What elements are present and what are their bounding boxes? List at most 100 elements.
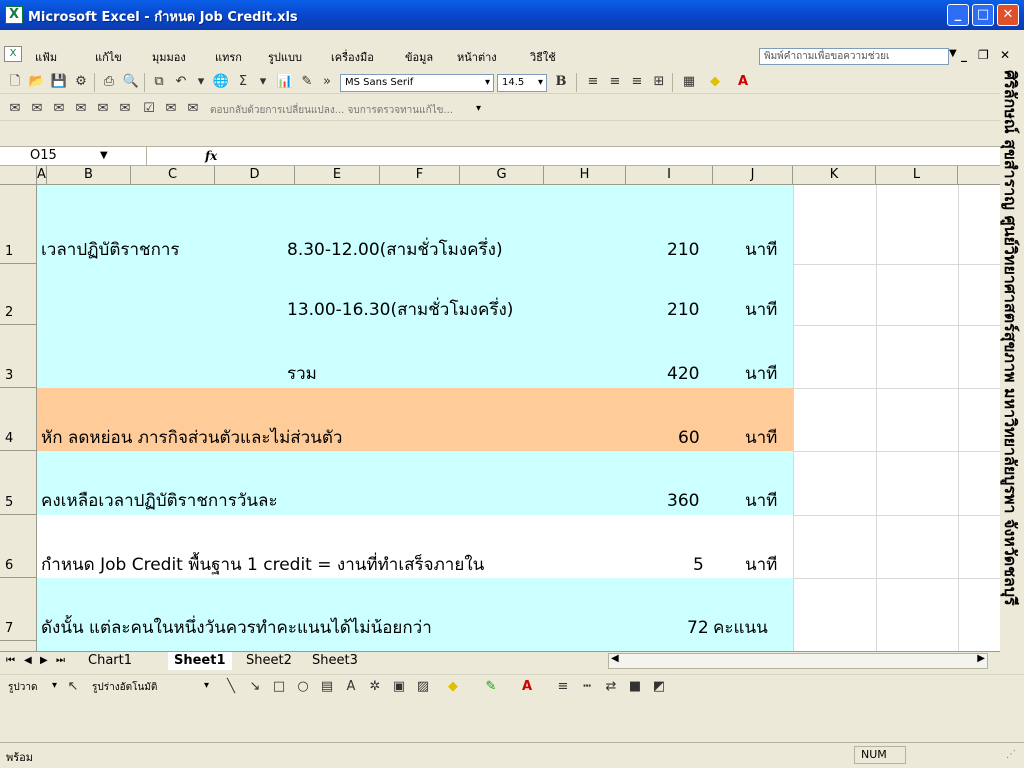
menu-format[interactable]: รูปแบบ <box>268 48 302 66</box>
review-icon[interactable]: ✉ <box>72 101 90 117</box>
open-icon[interactable]: 📂 <box>28 74 46 90</box>
cell-i2[interactable]: 210 <box>667 300 699 320</box>
borders-icon[interactable]: ▦ <box>680 74 698 90</box>
tab-sheet2[interactable]: Sheet2 <box>246 652 292 670</box>
picture-icon[interactable]: ▨ <box>414 679 432 695</box>
shadow-icon[interactable]: ■ <box>626 679 644 695</box>
row-4-header[interactable]: 4 <box>0 388 37 451</box>
prev-sheet-icon[interactable]: ◀ <box>24 652 32 670</box>
drawing-icon[interactable]: ✎ <box>298 74 316 90</box>
cell-j3[interactable]: นาที <box>745 364 777 384</box>
cell-i4[interactable]: 60 <box>678 428 700 448</box>
merge-center-icon[interactable]: ⊞ <box>650 74 668 90</box>
cell-i3[interactable]: 420 <box>667 364 699 384</box>
font-size-select[interactable]: 14.5 ▾ <box>497 74 547 92</box>
row-3-header[interactable]: 3 <box>0 325 37 388</box>
cell-i1[interactable]: 210 <box>667 240 699 260</box>
row-1-header[interactable]: 1 <box>0 185 37 264</box>
row-5-header[interactable]: 5 <box>0 451 37 515</box>
checkbox-icon[interactable]: ☑ <box>140 101 158 117</box>
cell-a6[interactable]: กำหนด Job Credit พื้นฐาน 1 credit = งานท… <box>41 555 484 575</box>
column-i-header[interactable]: I <box>626 166 713 185</box>
tab-sheet3[interactable]: Sheet3 <box>312 652 358 670</box>
doc-restore-button[interactable]: ❐ <box>978 48 989 62</box>
column-b-header[interactable]: B <box>47 166 131 185</box>
name-box[interactable]: O15 ▼ <box>0 147 147 166</box>
workbook-icon[interactable]: X <box>4 46 22 62</box>
column-g-header[interactable]: G <box>460 166 544 185</box>
review-icon[interactable]: ✉ <box>184 101 202 117</box>
toolbar-options-icon[interactable]: » <box>318 74 336 90</box>
textbox-icon[interactable]: ▤ <box>318 679 336 695</box>
review-icon[interactable]: ✉ <box>94 101 112 117</box>
rectangle-icon[interactable]: □ <box>270 679 288 695</box>
cell-j6[interactable]: นาที <box>745 555 777 575</box>
save-icon[interactable]: 💾 <box>50 74 68 90</box>
row-7-header[interactable]: 7 <box>0 578 37 641</box>
doc-close-button[interactable]: ✕ <box>1000 48 1010 62</box>
review-icon[interactable]: ✉ <box>162 101 180 117</box>
tab-chart1[interactable]: Chart1 <box>88 652 132 670</box>
cell-i5[interactable]: 360 <box>667 491 699 511</box>
scroll-right-icon[interactable]: ▶ <box>977 653 985 664</box>
help-search-input[interactable]: พิมพ์คำถามเพื่อขอความช่วยเ <box>759 48 949 65</box>
review-icon[interactable]: ✉ <box>28 101 46 117</box>
select-objects-icon[interactable]: ↖ <box>64 679 82 695</box>
review-commands[interactable]: ตอบกลับด้วยการเปลี่ยนแปลง... จบการตรวจทา… <box>210 103 453 118</box>
column-d-header[interactable]: D <box>215 166 295 185</box>
line-icon[interactable]: ╲ <box>222 679 240 695</box>
horizontal-scrollbar[interactable]: ◀ ▶ <box>608 653 988 669</box>
cell-i7[interactable]: 72 <box>687 618 709 638</box>
menu-insert[interactable]: แทรก <box>215 48 242 66</box>
undo-dropdown-icon[interactable]: ▾ <box>192 74 210 90</box>
oval-icon[interactable]: ○ <box>294 679 312 695</box>
minimize-button[interactable]: _ <box>947 4 969 26</box>
menu-edit[interactable]: แก้ไข <box>95 48 122 66</box>
undo-icon[interactable]: ↶ <box>172 74 190 90</box>
font-color-icon[interactable]: A <box>518 679 536 695</box>
row-6-header[interactable]: 6 <box>0 515 37 578</box>
help-dropdown-icon[interactable]: ▼ <box>949 48 957 59</box>
cell-j2[interactable]: นาที <box>745 300 777 320</box>
wordart-icon[interactable]: A <box>342 679 360 695</box>
dash-style-icon[interactable]: ┅ <box>578 679 596 695</box>
menu-help[interactable]: วิธีใช้ <box>530 48 556 66</box>
draw-menu-button[interactable]: รูปวาด <box>8 680 37 695</box>
review-icon[interactable]: ✉ <box>116 101 134 117</box>
3d-icon[interactable]: ◩ <box>650 679 668 695</box>
next-sheet-icon[interactable]: ▶ <box>40 652 48 670</box>
autoshapes-button[interactable]: รูปร่างอัตโนมัติ <box>92 680 157 695</box>
review-icon[interactable]: ✉ <box>6 101 24 117</box>
fill-color-icon[interactable]: ◆ <box>444 679 462 695</box>
copy-icon[interactable]: ⧉ <box>150 74 168 90</box>
column-h-header[interactable]: H <box>544 166 626 185</box>
maximize-button[interactable]: □ <box>972 4 994 26</box>
column-c-header[interactable]: C <box>131 166 215 185</box>
close-button[interactable]: ✕ <box>997 4 1019 26</box>
arrow-style-icon[interactable]: ⇄ <box>602 679 620 695</box>
column-e-header[interactable]: E <box>295 166 380 185</box>
align-left-icon[interactable]: ≡ <box>584 74 602 90</box>
align-right-icon[interactable]: ≡ <box>628 74 646 90</box>
select-all-button[interactable] <box>0 166 37 185</box>
sheet-grid[interactable]: เวลาปฏิบัติราชการ 8.30-12.00(สามชั่วโมงค… <box>37 185 1000 651</box>
resize-grip-icon[interactable]: ⋰ <box>1006 749 1016 760</box>
last-sheet-icon[interactable]: ⏭ <box>56 652 65 670</box>
cell-i6[interactable]: 5 <box>693 555 704 575</box>
row-2-header[interactable]: 2 <box>0 264 37 325</box>
first-sheet-icon[interactable]: ⏮ <box>6 652 15 670</box>
menu-view[interactable]: มุมมอง <box>152 48 186 66</box>
column-j-header[interactable]: J <box>713 166 793 185</box>
tab-sheet1[interactable]: Sheet1 <box>168 652 232 670</box>
chart-wizard-icon[interactable]: 📊 <box>276 74 294 90</box>
column-l-header[interactable]: L <box>876 166 958 185</box>
cell-j7[interactable]: คะแนน <box>713 618 768 638</box>
cell-a1[interactable]: เวลาปฏิบัติราชการ <box>41 240 180 260</box>
function-icon[interactable]: fx <box>205 149 217 163</box>
autosum-icon[interactable]: Σ <box>234 74 252 90</box>
line-color-icon[interactable]: ✎ <box>482 679 500 695</box>
cell-a5[interactable]: คงเหลือเวลาปฏิบัติราชการวันละ <box>41 491 278 511</box>
clipart-icon[interactable]: ▣ <box>390 679 408 695</box>
cell-e2[interactable]: 13.00-16.30(สามชั่วโมงครึ่ง) <box>287 300 513 320</box>
cell-j5[interactable]: นาที <box>745 491 777 511</box>
